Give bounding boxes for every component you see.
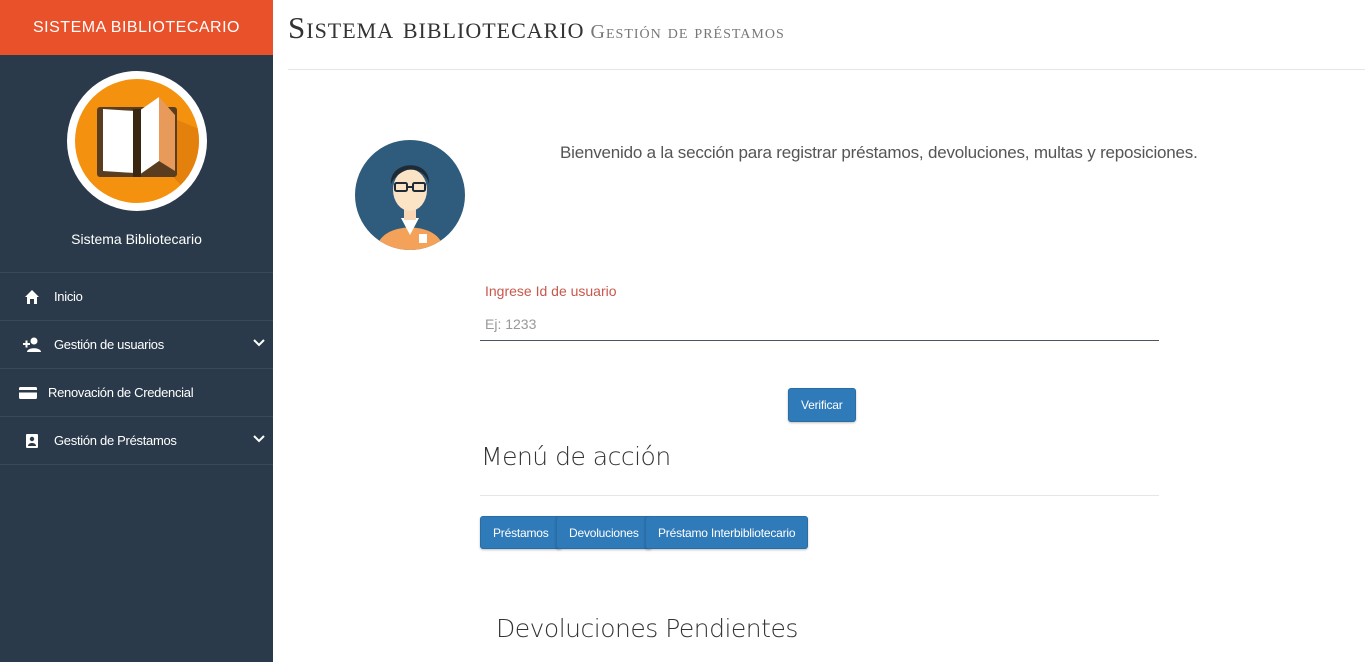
sidebar-profile: Sistema Bibliotecario: [0, 55, 273, 273]
sidebar-item-label: Renovación de Credencial: [48, 385, 194, 400]
sidebar-item-gestion-usuarios[interactable]: Gestión de usuarios: [0, 321, 273, 369]
prestamo-interbibliotecario-button[interactable]: Préstamo Interbibliotecario: [645, 516, 809, 549]
profile-name: Sistema Bibliotecario: [71, 231, 202, 247]
sidebar-item-label: Gestión de Préstamos: [54, 433, 177, 448]
credit-card-icon: [18, 383, 38, 403]
page-title: Sistema bibliotecario Gestión de préstamo…: [288, 10, 785, 46]
portrait-icon: [22, 431, 42, 451]
verify-button[interactable]: Verificar: [788, 388, 856, 422]
pending-returns-title: Devoluciones Pendientes: [496, 614, 798, 643]
home-icon: [22, 287, 42, 307]
devoluciones-button[interactable]: Devoluciones: [556, 516, 652, 549]
sidebar-item-gestion-prestamos[interactable]: Gestión de Préstamos: [0, 417, 273, 465]
page-subtitle: Gestión de préstamos: [590, 21, 785, 43]
library-logo: [67, 71, 207, 211]
page-title-text: Sistema bibliotecario: [288, 10, 585, 45]
welcome-message: Bienvenido a la sección para registrar p…: [560, 143, 1198, 162]
sidebar: SISTEMA BIBLIOTECARIO Sistema Biblioteca…: [0, 0, 273, 662]
action-menu-title: Menú de acción: [481, 442, 671, 471]
sidebar-item-inicio[interactable]: Inicio: [0, 273, 273, 321]
page-header: Sistema bibliotecario Gestión de préstamo…: [288, 0, 1365, 70]
chevron-down-icon[interactable]: [251, 431, 267, 447]
user-id-input[interactable]: [480, 307, 1159, 341]
user-avatar: [355, 140, 465, 250]
sidebar-item-label: Inicio: [54, 289, 83, 304]
add-user-icon: [22, 335, 42, 355]
prestamos-button[interactable]: Préstamos: [480, 516, 562, 549]
divider: [480, 495, 1159, 496]
brand-title[interactable]: SISTEMA BIBLIOTECARIO: [0, 0, 273, 55]
sidebar-item-label: Gestión de usuarios: [54, 337, 164, 352]
chevron-down-icon[interactable]: [251, 335, 267, 351]
sidebar-item-renovacion[interactable]: Renovación de Credencial: [0, 369, 273, 417]
user-id-label: Ingrese Id de usuario: [485, 283, 617, 299]
